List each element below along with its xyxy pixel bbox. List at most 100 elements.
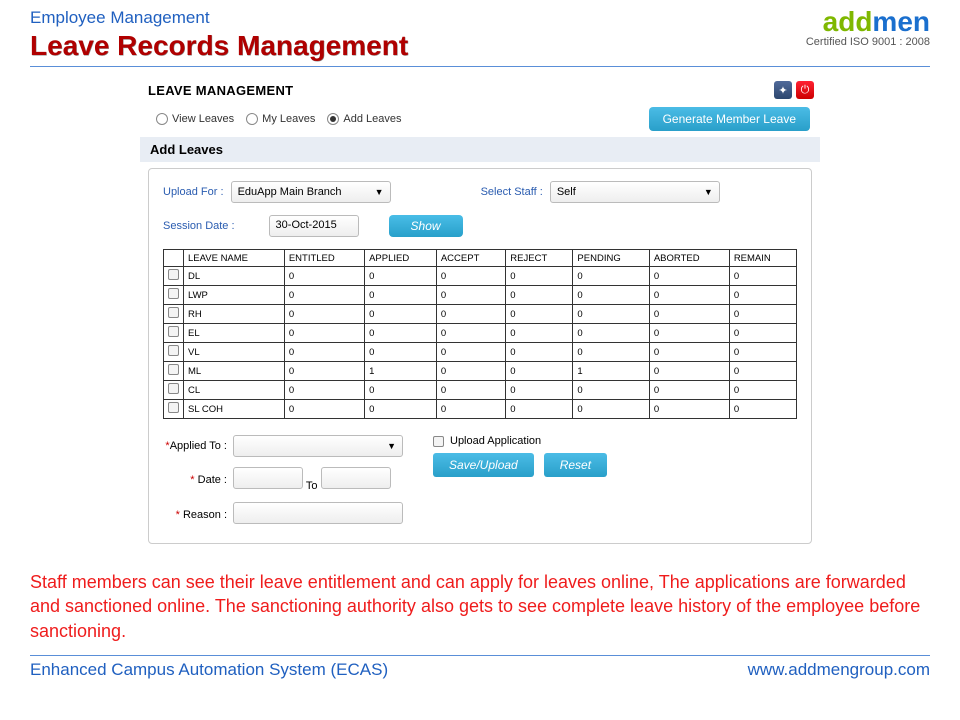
page-header: Employee Management Leave Records Manage… <box>0 0 960 66</box>
table-cell: 0 <box>365 343 437 362</box>
table-cell: 0 <box>436 343 505 362</box>
table-row: VL0000000 <box>164 343 797 362</box>
table-row: RH0000000 <box>164 305 797 324</box>
power-icon[interactable]: ⏻ <box>796 81 814 99</box>
row-checkbox[interactable] <box>168 307 179 318</box>
table-cell: 0 <box>729 286 796 305</box>
table-cell: 0 <box>506 381 573 400</box>
table-header: LEAVE NAME <box>184 250 285 267</box>
add-leaves-form: Upload For : EduApp Main Branch▼ Select … <box>148 168 812 544</box>
table-cell: 0 <box>365 267 437 286</box>
table-cell: 0 <box>506 400 573 419</box>
table-cell: 0 <box>573 343 649 362</box>
upload-application-label: Upload Application <box>450 435 541 447</box>
table-cell: 1 <box>573 362 649 381</box>
row-checkbox[interactable] <box>168 345 179 356</box>
table-row: LWP0000000 <box>164 286 797 305</box>
table-cell: LWP <box>184 286 285 305</box>
generate-member-leave-button[interactable]: Generate Member Leave <box>649 107 810 131</box>
radio-view-leaves[interactable]: View Leaves <box>156 113 234 125</box>
row-checkbox[interactable] <box>168 326 179 337</box>
table-cell: 0 <box>573 267 649 286</box>
show-button[interactable]: Show <box>389 215 463 237</box>
select-staff-label: Select Staff : <box>481 186 543 198</box>
table-cell: 0 <box>573 400 649 419</box>
table-cell: 0 <box>573 305 649 324</box>
table-header: APPLIED <box>365 250 437 267</box>
table-cell: 0 <box>649 286 729 305</box>
footer-link[interactable]: www.addmengroup.com <box>748 660 930 680</box>
row-checkbox[interactable] <box>168 288 179 299</box>
cert-text: Certified ISO 9001 : 2008 <box>806 36 930 48</box>
table-cell: 0 <box>506 324 573 343</box>
table-cell: 1 <box>365 362 437 381</box>
upload-for-label: Upload For : <box>163 186 224 198</box>
table-cell: 0 <box>573 286 649 305</box>
table-row: ML0100100 <box>164 362 797 381</box>
table-cell: 0 <box>284 324 364 343</box>
date-to-input[interactable] <box>321 467 391 489</box>
table-cell: 0 <box>649 343 729 362</box>
table-cell: 0 <box>649 400 729 419</box>
table-cell: ML <box>184 362 285 381</box>
leave-panel: LEAVE MANAGEMENT ✦ ⏻ View Leaves My Leav… <box>140 79 820 544</box>
date-from-input[interactable] <box>233 467 303 489</box>
settings-icon[interactable]: ✦ <box>774 81 792 99</box>
upload-application-checkbox[interactable] <box>433 436 444 447</box>
session-date-input[interactable]: 30-Oct-2015 <box>269 215 359 237</box>
table-cell: 0 <box>365 324 437 343</box>
table-cell: 0 <box>365 400 437 419</box>
table-cell: 0 <box>649 324 729 343</box>
radio-add-leaves[interactable]: Add Leaves <box>327 113 401 125</box>
table-header: REMAIN <box>729 250 796 267</box>
session-date-label: Session Date : <box>163 220 235 232</box>
reason-label: Reason : <box>183 509 227 521</box>
table-header: ABORTED <box>649 250 729 267</box>
table-cell: 0 <box>729 343 796 362</box>
table-cell: 0 <box>436 362 505 381</box>
table-cell: 0 <box>506 267 573 286</box>
table-header: REJECT <box>506 250 573 267</box>
breadcrumb: Employee Management <box>30 8 408 28</box>
table-cell: 0 <box>649 381 729 400</box>
date-to-label: To <box>306 480 318 492</box>
table-cell: 0 <box>284 381 364 400</box>
table-cell: 0 <box>649 362 729 381</box>
table-cell: 0 <box>573 324 649 343</box>
table-header: ACCEPT <box>436 250 505 267</box>
date-label: Date : <box>198 474 227 486</box>
table-cell: SL COH <box>184 400 285 419</box>
row-checkbox[interactable] <box>168 383 179 394</box>
table-cell: 0 <box>284 400 364 419</box>
table-cell: 0 <box>436 400 505 419</box>
reason-input[interactable] <box>233 502 403 524</box>
table-cell: 0 <box>284 343 364 362</box>
table-cell: EL <box>184 324 285 343</box>
table-cell: 0 <box>649 305 729 324</box>
table-cell: 0 <box>365 381 437 400</box>
table-cell: 0 <box>365 286 437 305</box>
row-checkbox[interactable] <box>168 269 179 280</box>
applied-to-select[interactable]: ▼ <box>233 435 403 457</box>
select-staff-select[interactable]: Self▼ <box>550 181 720 203</box>
table-cell: 0 <box>506 362 573 381</box>
reset-button[interactable]: Reset <box>544 453 607 477</box>
table-cell: 0 <box>436 324 505 343</box>
upload-for-select[interactable]: EduApp Main Branch▼ <box>231 181 391 203</box>
logo: addmen <box>806 8 930 36</box>
row-checkbox[interactable] <box>168 364 179 375</box>
table-row: DL0000000 <box>164 267 797 286</box>
save-upload-button[interactable]: Save/Upload <box>433 453 534 477</box>
table-cell: RH <box>184 305 285 324</box>
row-checkbox[interactable] <box>168 402 179 413</box>
page-title: Leave Records Management <box>30 30 408 62</box>
table-cell: 0 <box>649 267 729 286</box>
leave-mode-radios: View Leaves My Leaves Add Leaves <box>156 113 401 125</box>
applied-to-label: Applied To : <box>170 440 227 452</box>
table-cell: 0 <box>729 267 796 286</box>
radio-my-leaves[interactable]: My Leaves <box>246 113 315 125</box>
table-cell: 0 <box>506 305 573 324</box>
page-footer: Enhanced Campus Automation System (ECAS)… <box>0 656 960 684</box>
table-cell: 0 <box>436 305 505 324</box>
table-cell: 0 <box>729 324 796 343</box>
